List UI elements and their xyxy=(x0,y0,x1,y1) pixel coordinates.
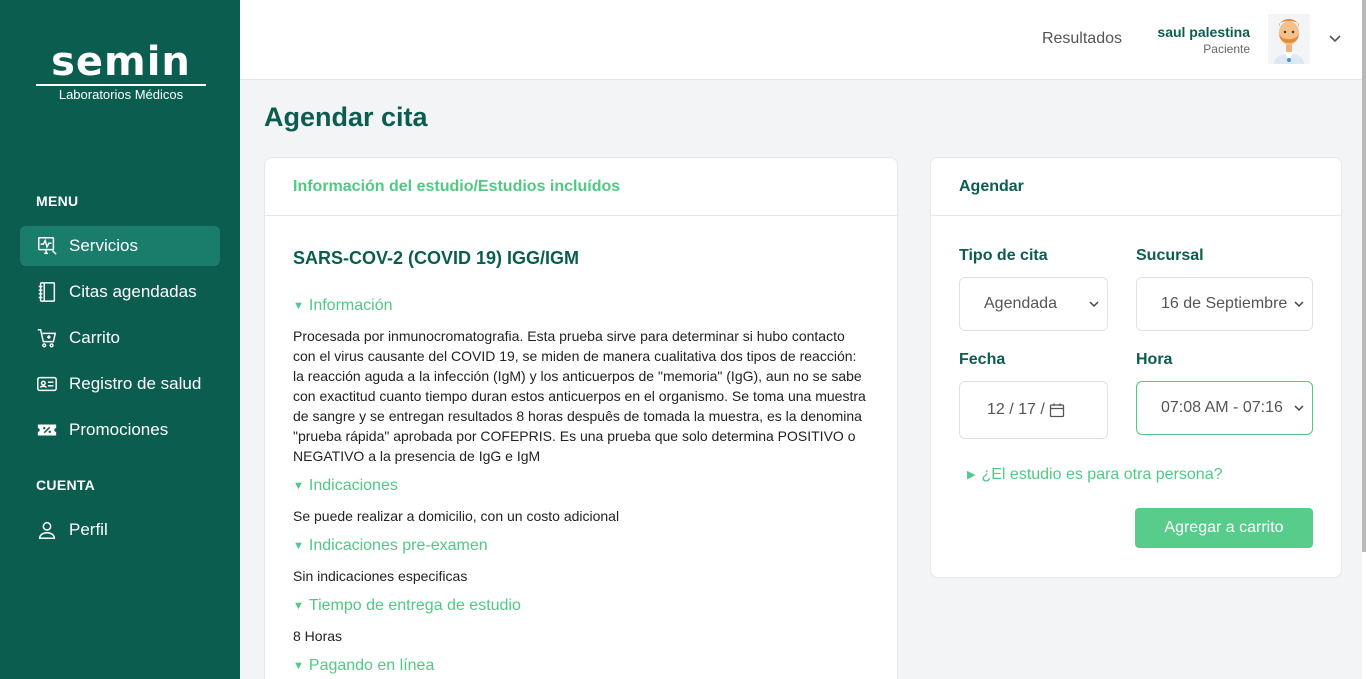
menu-section-label: MENU xyxy=(36,193,79,209)
chevron-down-icon xyxy=(1294,405,1304,412)
sidebar-item-registro-de-salud[interactable]: Registro de salud xyxy=(20,364,220,404)
triangle-down-icon: ▼ xyxy=(293,540,304,552)
results-link[interactable]: Resultados xyxy=(1042,30,1122,48)
section-toggle-tiempo-entrega[interactable]: ▼ Tiempo de entrega de estudio xyxy=(293,597,521,615)
brand-subtitle: Laboratorios Médicos xyxy=(58,87,184,102)
section-title: Pagando en línea xyxy=(308,657,435,674)
monitor-pulse-icon xyxy=(38,237,57,255)
sidebar-item-label: Perfil xyxy=(69,520,108,539)
sucursal-select[interactable]: 16 de Septiembre xyxy=(1136,277,1313,331)
tipo-cita-select[interactable]: Agendada xyxy=(959,277,1108,331)
section-text-informacion: Procesada por inmunocromatografia. Esta … xyxy=(293,328,866,464)
section-text-pre-examen: Sin indicaciones especificas xyxy=(293,568,468,584)
sidebar-item-label: Registro de salud xyxy=(69,374,202,393)
section-text-indicaciones: Se puede realizar a domicilio, con un co… xyxy=(293,508,620,524)
user-name: saul palestina xyxy=(1157,24,1250,40)
page-title: Agendar cita xyxy=(264,102,428,132)
fecha-value: 12 / 17 / xyxy=(987,401,1045,418)
section-title: Información xyxy=(308,297,393,314)
hora-select[interactable]: 07:08 AM - 07:16 xyxy=(1136,381,1313,435)
sidebar-item-citas-agendadas[interactable]: Citas agendadas xyxy=(20,272,220,312)
study-card-header: Información del estudio/Estudios incluíd… xyxy=(265,158,897,216)
brand-logo[interactable]: semin Laboratorios Médicos xyxy=(34,42,208,102)
triangle-down-icon: ▼ xyxy=(293,660,304,672)
schedule-card-header: Agendar xyxy=(931,158,1341,216)
user-role: Paciente xyxy=(1203,42,1250,56)
brand-name: semin xyxy=(51,39,191,85)
cart-icon xyxy=(37,329,57,348)
sidebar-item-label: Promociones xyxy=(69,420,169,439)
fecha-input[interactable]: 12 / 17 / xyxy=(959,381,1108,439)
avatar[interactable] xyxy=(1268,14,1310,64)
schedule-card: Agendar Tipo de cita Agendada Sucursal 1… xyxy=(930,157,1342,578)
sucursal-value: 16 de Septiembre xyxy=(1161,295,1288,312)
tipo-cita-label: Tipo de cita xyxy=(959,247,1048,264)
sidebar-item-label: Carrito xyxy=(69,328,121,347)
top-header: Resultados saul palestina Paciente xyxy=(240,0,1362,80)
fecha-label: Fecha xyxy=(959,351,1006,368)
sidebar-item-carrito[interactable]: Carrito xyxy=(20,318,220,358)
section-title: Tiempo de entrega de estudio xyxy=(308,597,521,614)
user-info[interactable]: saul palestina Paciente xyxy=(1157,23,1250,57)
sidebar-item-promociones[interactable]: Promociones xyxy=(20,410,220,450)
hora-value: 07:08 AM - 07:16 xyxy=(1161,399,1283,416)
section-title: Indicaciones pre-examen xyxy=(308,537,488,554)
chevron-down-icon[interactable] xyxy=(1328,32,1342,46)
section-toggle-informacion[interactable]: ▼ Información xyxy=(293,297,392,315)
section-toggle-indicaciones[interactable]: ▼ Indicaciones xyxy=(293,477,398,495)
triangle-down-icon: ▼ xyxy=(293,480,304,492)
chevron-down-icon xyxy=(1089,301,1099,308)
section-title: Indicaciones xyxy=(308,477,398,494)
section-toggle-pre-examen[interactable]: ▼ Indicaciones pre-examen xyxy=(293,537,488,555)
study-info-card: Información del estudio/Estudios incluíd… xyxy=(264,157,898,679)
triangle-down-icon: ▼ xyxy=(293,300,304,312)
user-icon xyxy=(38,521,56,539)
other-person-label: ¿El estudio es para otra persona? xyxy=(981,466,1223,483)
other-person-toggle[interactable]: ▶ ¿El estudio es para otra persona? xyxy=(967,466,1223,484)
triangle-down-icon: ▼ xyxy=(293,600,304,612)
ticket-percent-icon xyxy=(37,424,57,436)
sidebar-item-label: Citas agendadas xyxy=(69,282,197,301)
add-to-cart-button[interactable]: Agregar a carrito xyxy=(1135,508,1313,548)
section-toggle-pagando-en-linea[interactable]: ▼ Pagando en línea xyxy=(293,657,434,675)
sidebar-item-servicios[interactable]: Servicios xyxy=(20,226,220,266)
triangle-right-icon: ▶ xyxy=(967,469,976,481)
calendar-icon[interactable] xyxy=(1049,402,1065,418)
account-section-label: CUENTA xyxy=(36,477,96,493)
chevron-down-icon xyxy=(1294,301,1304,308)
sidebar-item-label: Servicios xyxy=(69,236,138,255)
id-card-icon xyxy=(37,376,57,392)
scrollbar-thumb[interactable] xyxy=(1362,0,1366,552)
page-scrollbar[interactable] xyxy=(1362,0,1366,679)
sidebar-item-perfil[interactable]: Perfil xyxy=(20,510,220,550)
sidebar: semin Laboratorios Médicos MENU Servicio… xyxy=(0,0,240,679)
notebook-icon xyxy=(38,282,56,302)
hora-label: Hora xyxy=(1136,351,1173,368)
sucursal-label: Sucursal xyxy=(1136,247,1204,264)
tipo-cita-value: Agendada xyxy=(984,295,1057,312)
study-name: SARS-COV-2 (COVID 19) IGG/IGM xyxy=(293,248,580,268)
section-text-tiempo-entrega: 8 Horas xyxy=(293,628,343,644)
